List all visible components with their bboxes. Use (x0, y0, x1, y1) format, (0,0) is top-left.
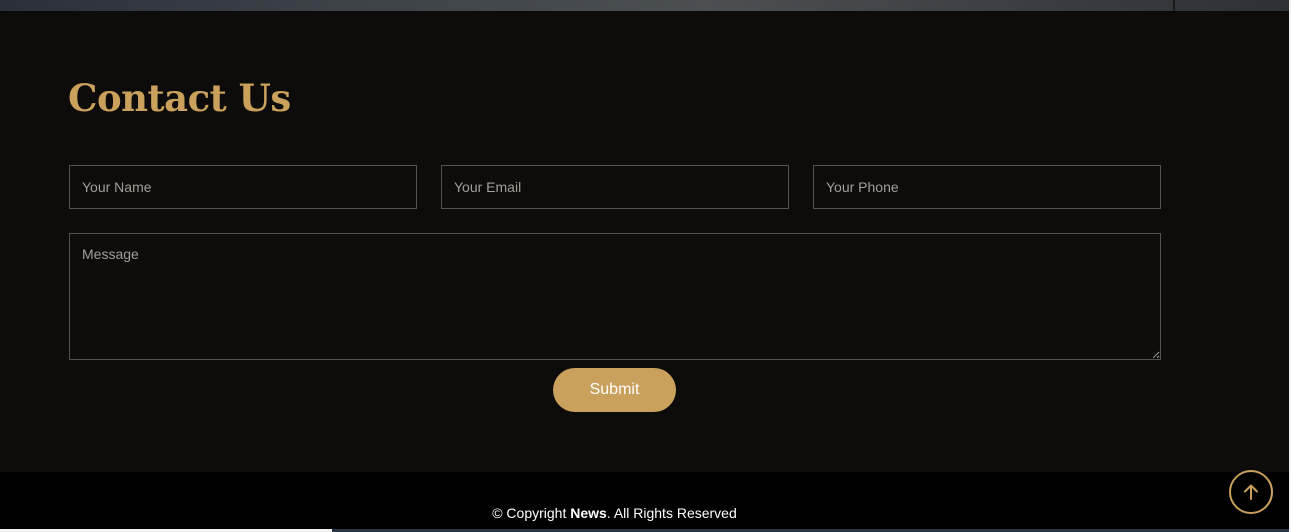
image-mark (1173, 0, 1175, 11)
contact-section: Contact Us Submit (0, 11, 1289, 472)
copyright-prefix: © Copyright (492, 505, 571, 521)
copyright-suffix: . All Rights Reserved (606, 505, 737, 521)
message-textarea[interactable] (69, 233, 1161, 360)
copyright-text: © Copyright News. All Rights Reserved (0, 502, 1229, 524)
phone-input[interactable] (813, 165, 1161, 209)
hero-image-edge (0, 0, 1289, 11)
email-input[interactable] (441, 165, 789, 209)
back-to-top-button[interactable] (1229, 470, 1273, 514)
name-input[interactable] (69, 165, 417, 209)
footer: © Copyright News. All Rights Reserved (0, 472, 1289, 532)
submit-button[interactable]: Submit (553, 368, 676, 412)
arrow-up-icon (1244, 484, 1258, 500)
brand-name: News (570, 505, 607, 521)
contact-title: Contact Us (68, 76, 291, 120)
